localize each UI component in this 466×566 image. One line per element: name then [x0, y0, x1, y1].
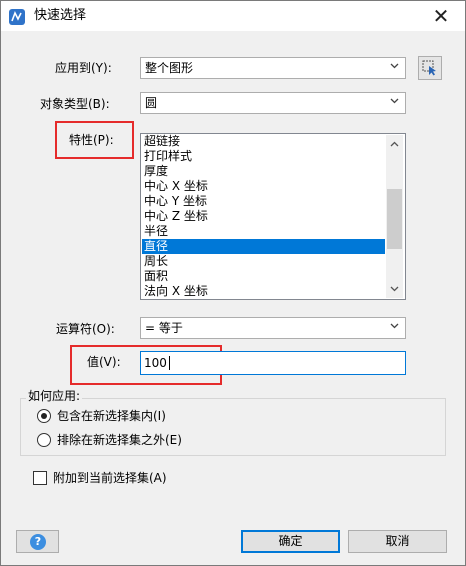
append-label[interactable]: 附加到当前选择集(A)	[53, 469, 167, 487]
list-item[interactable]: 周长	[142, 254, 385, 269]
scrollbar-thumb[interactable]	[387, 189, 402, 249]
properties-label: 特性(P):	[69, 133, 114, 147]
object-type-value: 圆	[145, 96, 158, 110]
operator-label: 运算符(O):	[56, 322, 115, 336]
chevron-down-icon	[390, 323, 399, 329]
value-input-text: 100	[144, 356, 167, 370]
close-button[interactable]: ✕	[424, 4, 458, 28]
apply-to-dropdown[interactable]: 整个图形	[140, 57, 406, 79]
value-label: 值(V):	[87, 355, 121, 369]
help-button[interactable]: ?	[16, 530, 59, 553]
app-logo-icon	[9, 9, 25, 25]
text-caret	[169, 356, 170, 370]
list-item[interactable]: 中心 Y 坐标	[142, 194, 385, 209]
apply-to-label: 应用到(Y):	[55, 61, 112, 75]
select-objects-button[interactable]	[418, 56, 442, 80]
operator-value: = 等于	[145, 321, 183, 335]
list-item[interactable]: 法向 X 坐标	[142, 284, 385, 299]
window-title: 快速选择	[34, 8, 87, 23]
how-to-apply-label: 如何应用:	[26, 388, 83, 404]
value-input[interactable]: 100	[140, 351, 406, 375]
chevron-down-icon	[390, 63, 399, 69]
chevron-down-icon	[390, 98, 399, 104]
include-label[interactable]: 包含在新选择集内(I)	[57, 407, 166, 425]
properties-scrollbar[interactable]	[386, 135, 403, 298]
help-icon: ?	[30, 534, 46, 550]
exclude-radio[interactable]	[37, 433, 51, 447]
scroll-up-icon[interactable]	[390, 141, 399, 147]
append-checkbox[interactable]	[33, 471, 47, 485]
list-item[interactable]: 打印样式	[142, 149, 385, 164]
include-radio[interactable]	[37, 409, 51, 423]
scroll-down-icon[interactable]	[390, 286, 399, 292]
ok-button[interactable]: 确定	[241, 530, 340, 553]
list-item[interactable]: 中心 X 坐标	[142, 179, 385, 194]
exclude-label[interactable]: 排除在新选择集之外(E)	[57, 431, 182, 449]
list-item[interactable]: 中心 Z 坐标	[142, 209, 385, 224]
radio-selected-dot	[41, 413, 47, 419]
operator-dropdown[interactable]: = 等于	[140, 317, 406, 339]
list-item[interactable]: 半径	[142, 224, 385, 239]
select-objects-icon	[422, 60, 436, 76]
list-item[interactable]: 超链接	[142, 134, 385, 149]
object-type-label: 对象类型(B):	[40, 97, 110, 111]
list-item[interactable]: 厚度	[142, 164, 385, 179]
object-type-dropdown[interactable]: 圆	[140, 92, 406, 114]
close-icon: ✕	[432, 4, 450, 28]
properties-list[interactable]: 超链接 打印样式 厚度 中心 X 坐标 中心 Y 坐标 中心 Z 坐标 半径 直…	[140, 133, 406, 300]
apply-to-value: 整个图形	[145, 61, 194, 75]
cancel-button[interactable]: 取消	[348, 530, 447, 553]
list-item[interactable]: 面积	[142, 269, 385, 284]
list-item-selected[interactable]: 直径	[142, 239, 385, 254]
